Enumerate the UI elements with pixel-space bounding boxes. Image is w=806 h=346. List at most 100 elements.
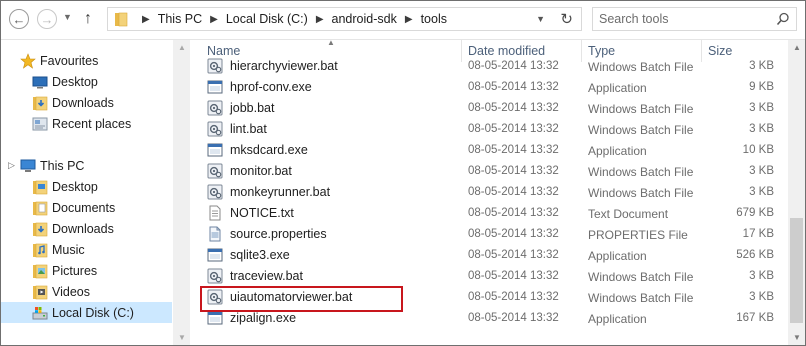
file-name-cell[interactable]: monkeyrunner.bat bbox=[207, 184, 330, 200]
scroll-down-icon[interactable]: ▼ bbox=[178, 333, 186, 342]
file-row[interactable]: sqlite3.exe 08-05-2014 13:32 Application 52… bbox=[197, 245, 786, 266]
file-name-cell[interactable]: NOTICE.txt bbox=[207, 205, 294, 221]
file-name: hprof-conv.exe bbox=[230, 80, 312, 94]
file-row[interactable]: source.properties 08-05-2014 13:32 PROPERT… bbox=[197, 224, 786, 245]
file-size: 679 KB bbox=[736, 207, 774, 219]
back-button[interactable]: ← bbox=[9, 9, 29, 29]
file-size: 3 KB bbox=[749, 186, 774, 198]
nav-item-downloads[interactable]: Downloads bbox=[32, 92, 114, 113]
file-name: NOTICE.txt bbox=[230, 206, 294, 220]
file-row[interactable]: hierarchyviewer.bat 08-05-2014 13:32 Windo… bbox=[197, 56, 786, 77]
file-row[interactable]: monkeyrunner.bat 08-05-2014 13:32 Windows … bbox=[197, 182, 786, 203]
forward-button[interactable]: → bbox=[37, 9, 57, 29]
file-name-cell[interactable]: mksdcard.exe bbox=[207, 142, 308, 158]
chevron-right-icon[interactable]: ▶ bbox=[405, 14, 413, 25]
file-size: 3 KB bbox=[749, 165, 774, 177]
nav-item-label: Downloads bbox=[52, 95, 114, 110]
nav-item-desktop[interactable]: Desktop bbox=[32, 176, 98, 197]
file-name-cell[interactable]: traceview.bat bbox=[207, 268, 303, 284]
file-row[interactable]: mksdcard.exe 08-05-2014 13:32 Application 1… bbox=[197, 140, 786, 161]
file-date: 08-05-2014 13:32 bbox=[468, 249, 559, 261]
search-input[interactable] bbox=[599, 11, 767, 27]
nav-item-downloads[interactable]: Downloads bbox=[32, 218, 114, 239]
computer-icon bbox=[20, 159, 36, 172]
nav-favourites-label: Favourites bbox=[40, 53, 99, 68]
file-row[interactable]: lint.bat 08-05-2014 13:32 Windows Batch Fi… bbox=[197, 119, 786, 140]
file-date: 08-05-2014 13:32 bbox=[468, 291, 559, 303]
file-name: monitor.bat bbox=[230, 164, 292, 178]
scroll-up-icon[interactable]: ▲ bbox=[178, 43, 186, 52]
file-date: 08-05-2014 13:32 bbox=[468, 102, 559, 114]
address-bar[interactable]: ▶ This PC ▶ Local Disk (C:) ▶ android-sd… bbox=[107, 7, 582, 31]
nav-item-label: Videos bbox=[52, 284, 90, 299]
nav-item-videos[interactable]: Videos bbox=[32, 281, 90, 302]
nav-item-local-disk[interactable]: Local Disk (C:) bbox=[1, 302, 172, 323]
nav-item-music[interactable]: Music bbox=[32, 239, 85, 260]
scroll-down-icon[interactable]: ▼ bbox=[793, 333, 801, 342]
recent-places-icon bbox=[32, 117, 48, 130]
file-name: mksdcard.exe bbox=[230, 143, 308, 157]
search-box[interactable] bbox=[592, 7, 797, 31]
breadcrumb-android-sdk[interactable]: android-sdk bbox=[332, 12, 397, 26]
file-row[interactable]: traceview.bat 08-05-2014 13:32 Windows Bat… bbox=[197, 266, 786, 287]
chevron-right-icon[interactable]: ▶ bbox=[142, 14, 150, 25]
documents-icon bbox=[33, 201, 48, 215]
downloads-icon bbox=[33, 222, 48, 236]
file-name-cell[interactable]: source.properties bbox=[207, 226, 327, 242]
breadcrumb: ▶ This PC ▶ Local Disk (C:) ▶ android-sd… bbox=[134, 8, 447, 30]
file-type: Application bbox=[588, 249, 647, 263]
file-row[interactable]: hprof-conv.exe 08-05-2014 13:32 Applicatio… bbox=[197, 77, 786, 98]
file-name-cell[interactable]: lint.bat bbox=[207, 121, 267, 137]
file-type: Application bbox=[588, 81, 647, 95]
application-icon bbox=[207, 143, 223, 157]
nav-this-pc[interactable]: This PC bbox=[20, 155, 84, 176]
nav-scrollbar[interactable]: ▲ ▼ bbox=[173, 40, 190, 345]
file-name-cell[interactable]: monitor.bat bbox=[207, 163, 292, 179]
scroll-up-icon[interactable]: ▲ bbox=[793, 43, 801, 52]
nav-item-label: Local Disk (C:) bbox=[52, 305, 134, 320]
file-row[interactable]: jobb.bat 08-05-2014 13:32 Windows Batch Fi… bbox=[197, 98, 786, 119]
file-name-cell[interactable]: hierarchyviewer.bat bbox=[207, 58, 338, 74]
nav-favourites[interactable]: Favourites bbox=[20, 50, 98, 71]
file-name: hierarchyviewer.bat bbox=[230, 59, 338, 73]
batch-file-icon bbox=[207, 121, 223, 137]
refresh-icon[interactable]: ↻ bbox=[560, 10, 573, 28]
breadcrumb-this-pc[interactable]: This PC bbox=[158, 12, 202, 26]
file-size: 17 KB bbox=[742, 228, 774, 240]
nav-item-desktop[interactable]: Desktop bbox=[32, 71, 98, 92]
file-list-scrollbar[interactable]: ▲ ▼ bbox=[788, 40, 805, 345]
file-name-cell[interactable]: zipalign.exe bbox=[207, 310, 296, 326]
nav-item-pictures[interactable]: Pictures bbox=[32, 260, 97, 281]
file-type: Windows Batch File bbox=[588, 123, 694, 137]
nav-item-documents[interactable]: Documents bbox=[32, 197, 115, 218]
search-icon[interactable] bbox=[776, 12, 790, 26]
up-arrow-icon[interactable]: ↑ bbox=[84, 10, 92, 28]
scrollbar-thumb[interactable] bbox=[790, 218, 803, 323]
nav-item-label: Desktop bbox=[52, 179, 98, 194]
desktop-icon bbox=[32, 76, 48, 88]
chevron-right-icon[interactable]: ▶ bbox=[210, 14, 218, 25]
nav-item-recent-places[interactable]: Recent places bbox=[32, 113, 131, 134]
nav-item-label: Desktop bbox=[52, 74, 98, 89]
file-date: 08-05-2014 13:32 bbox=[468, 270, 559, 282]
file-name-cell[interactable]: hprof-conv.exe bbox=[207, 79, 312, 95]
expand-chevron-icon[interactable]: ▷ bbox=[8, 160, 15, 171]
recent-locations-chevron-icon[interactable]: ▼ bbox=[63, 12, 72, 22]
file-size: 167 KB bbox=[736, 312, 774, 324]
breadcrumb-tools[interactable]: tools bbox=[421, 12, 447, 26]
pictures-icon bbox=[33, 264, 48, 278]
text-document-icon bbox=[209, 205, 221, 221]
file-name-cell[interactable]: sqlite3.exe bbox=[207, 247, 290, 263]
local-disk-icon bbox=[32, 306, 48, 319]
file-date: 08-05-2014 13:32 bbox=[468, 123, 559, 135]
file-row[interactable]: NOTICE.txt 08-05-2014 13:32 Text Document 6… bbox=[197, 203, 786, 224]
address-dropdown-icon[interactable]: ▼ bbox=[536, 14, 545, 24]
breadcrumb-local-disk[interactable]: Local Disk (C:) bbox=[226, 12, 308, 26]
file-date: 08-05-2014 13:32 bbox=[468, 228, 559, 240]
downloads-icon bbox=[33, 96, 48, 110]
chevron-right-icon[interactable]: ▶ bbox=[316, 14, 324, 25]
file-name-cell[interactable]: jobb.bat bbox=[207, 100, 274, 116]
file-row[interactable]: monitor.bat 08-05-2014 13:32 Windows Batch… bbox=[197, 161, 786, 182]
file-size: 3 KB bbox=[749, 102, 774, 114]
file-type: Windows Batch File bbox=[588, 270, 694, 284]
